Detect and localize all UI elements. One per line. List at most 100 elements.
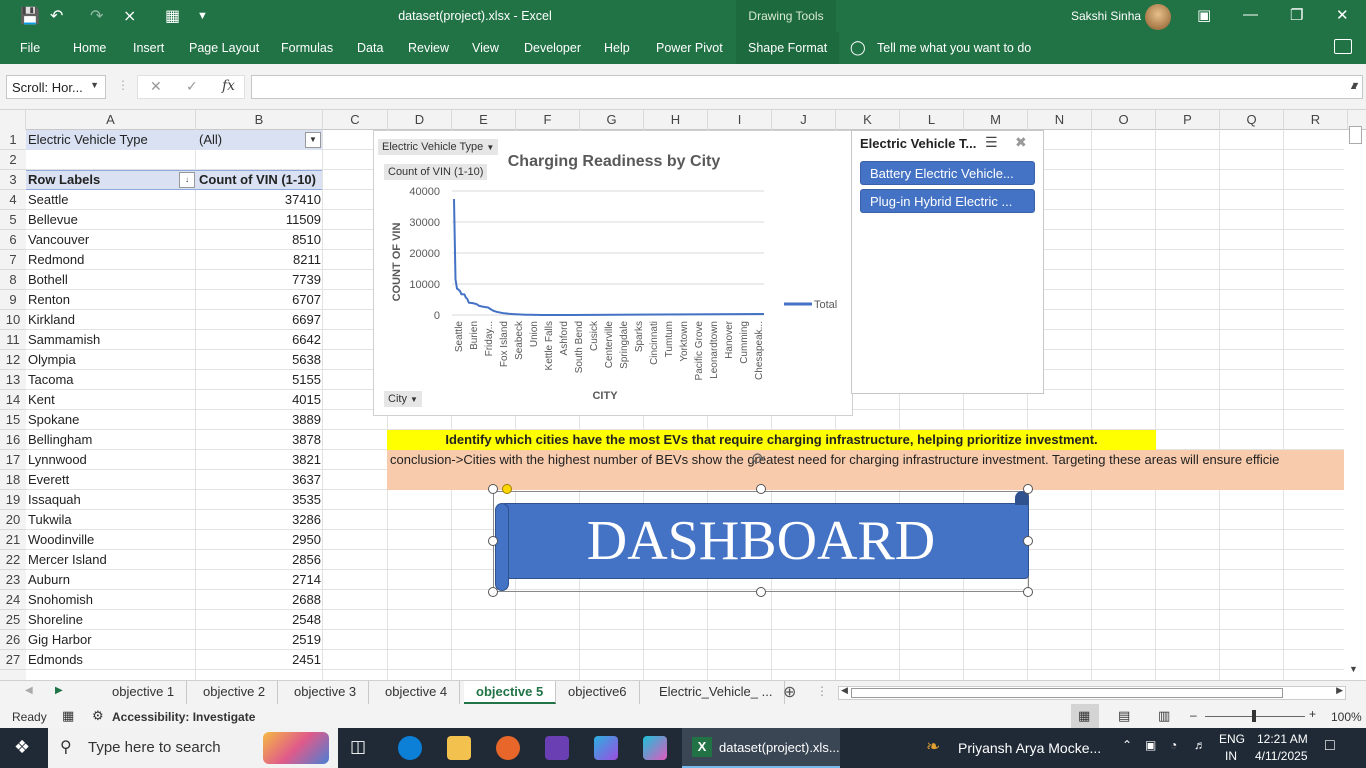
page-break-view-icon[interactable]: ▥ bbox=[1158, 708, 1170, 724]
row-header[interactable]: 11 bbox=[0, 330, 26, 350]
tab-developer[interactable]: Developer bbox=[524, 41, 581, 55]
tab-page-layout[interactable]: Page Layout bbox=[189, 41, 259, 55]
maximize-icon[interactable]: ❐ bbox=[1290, 6, 1303, 24]
tab-help[interactable]: Help bbox=[604, 41, 630, 55]
next-sheet-icon[interactable]: ▶ bbox=[55, 685, 63, 696]
copilot-icon[interactable] bbox=[643, 736, 667, 760]
row-header[interactable]: 23 bbox=[0, 570, 26, 590]
edge-icon[interactable] bbox=[398, 736, 422, 760]
select-all-corner[interactable] bbox=[0, 110, 26, 130]
scroll-up-icon[interactable]: ▲ bbox=[1349, 81, 1358, 91]
column-header[interactable]: K bbox=[836, 110, 900, 130]
row-header[interactable]: 13 bbox=[0, 370, 26, 390]
slicer-item-phev[interactable]: Plug-in Hybrid Electric ... bbox=[860, 189, 1035, 213]
tab-insert[interactable]: Insert bbox=[133, 41, 164, 55]
m365-icon[interactable] bbox=[594, 736, 618, 760]
sheet-tab[interactable]: objective 1 bbox=[100, 681, 188, 704]
notifications-icon[interactable]: □ bbox=[1325, 737, 1335, 755]
user-name[interactable]: Sakshi Sinha bbox=[1071, 9, 1141, 23]
accessibility-status[interactable]: Accessibility: Investigate bbox=[112, 710, 255, 724]
adjust-handle[interactable] bbox=[502, 484, 512, 494]
resize-handle-se[interactable] bbox=[1023, 587, 1033, 597]
tab-shape-format[interactable]: Shape Format bbox=[736, 32, 840, 64]
row-header[interactable]: 18 bbox=[0, 470, 26, 490]
row-header[interactable]: 7 bbox=[0, 250, 26, 270]
worksheet-grid[interactable]: Electric Vehicle Type (All) ▼ Row Labels… bbox=[26, 130, 1344, 680]
close-icon[interactable]: ✕ bbox=[1336, 6, 1349, 24]
column-header[interactable]: B bbox=[196, 110, 323, 130]
region-code[interactable]: IN bbox=[1225, 749, 1237, 763]
dashboard-shape[interactable]: DASHBOARD ⟳ bbox=[488, 451, 1033, 597]
column-header[interactable]: I bbox=[708, 110, 772, 130]
avatar[interactable] bbox=[1145, 4, 1171, 30]
horizontal-scrollbar[interactable]: ◀ ▶ bbox=[838, 685, 1346, 700]
tab-file[interactable]: File bbox=[20, 41, 40, 55]
minimize-icon[interactable]: — bbox=[1243, 6, 1258, 23]
column-header[interactable]: P bbox=[1156, 110, 1220, 130]
pivot-chart[interactable]: Electric Vehicle Type ▼ Count of VIN (1-… bbox=[373, 130, 853, 416]
column-header[interactable]: H bbox=[644, 110, 708, 130]
macro-recording-icon[interactable]: ▦ bbox=[62, 708, 74, 724]
wifi-icon[interactable]: ◔ bbox=[1170, 738, 1177, 752]
sheet-tab[interactable]: objective 4 bbox=[373, 681, 461, 704]
row-header[interactable]: 25 bbox=[0, 610, 26, 630]
row-header[interactable]: 14 bbox=[0, 390, 26, 410]
row-header[interactable]: 19 bbox=[0, 490, 26, 510]
tab-view[interactable]: View bbox=[472, 41, 499, 55]
windows-start-icon[interactable]: ❖ bbox=[14, 737, 30, 758]
taskbar-excel-item[interactable]: X dataset(project).xls... bbox=[682, 728, 840, 768]
ribbon-display-icon[interactable]: ▣ bbox=[1197, 6, 1211, 24]
prev-sheet-icon[interactable]: ◀ bbox=[25, 685, 33, 696]
meet-now-icon[interactable]: ▣ bbox=[1145, 738, 1156, 752]
tab-review[interactable]: Review bbox=[408, 41, 449, 55]
column-header[interactable]: J bbox=[772, 110, 836, 130]
tell-me-search[interactable]: Tell me what you want to do bbox=[877, 41, 1031, 55]
drag-handle-icon[interactable]: ⋮ bbox=[117, 78, 129, 92]
tab-formulas[interactable]: Formulas bbox=[281, 41, 333, 55]
row-header[interactable]: 3 bbox=[0, 170, 26, 190]
multi-select-icon[interactable]: ☰ bbox=[985, 134, 998, 151]
accessibility-icon[interactable]: ⚙ bbox=[92, 708, 104, 724]
zoom-slider-thumb[interactable] bbox=[1252, 710, 1256, 722]
tab-data[interactable]: Data bbox=[357, 41, 383, 55]
row-header[interactable]: 20 bbox=[0, 510, 26, 530]
zoom-out-icon[interactable]: – bbox=[1190, 708, 1197, 722]
slicer-panel[interactable]: Electric Vehicle T... ☰ ✖ Battery Electr… bbox=[851, 130, 1044, 394]
sort-filter-icon[interactable]: ↓ bbox=[179, 172, 195, 188]
resize-handle-n[interactable] bbox=[756, 484, 766, 494]
formula-input[interactable] bbox=[251, 75, 1363, 99]
taskbar-search[interactable]: ⚲ Type here to search bbox=[48, 728, 338, 768]
column-header[interactable]: A bbox=[26, 110, 196, 130]
calendar-app-icon[interactable] bbox=[545, 736, 569, 760]
column-header[interactable]: G bbox=[580, 110, 644, 130]
vertical-scrollbar[interactable]: ▲ ▼ bbox=[1346, 80, 1364, 680]
tab-home[interactable]: Home bbox=[73, 41, 106, 55]
row-header[interactable]: 27 bbox=[0, 650, 26, 670]
row-header[interactable]: 4 bbox=[0, 190, 26, 210]
rotate-handle-icon[interactable]: ⟳ bbox=[752, 449, 765, 469]
slicer-item-bev[interactable]: Battery Electric Vehicle... bbox=[860, 161, 1035, 185]
cancel-icon[interactable]: ✕ bbox=[150, 78, 162, 95]
show-hidden-icons[interactable]: ⌃ bbox=[1122, 738, 1132, 752]
resize-handle-w[interactable] bbox=[488, 536, 498, 546]
enter-icon[interactable]: ✓ bbox=[186, 78, 198, 95]
page-layout-view-icon[interactable]: ▤ bbox=[1118, 708, 1130, 724]
row-header[interactable]: 5 bbox=[0, 210, 26, 230]
scroll-left-icon[interactable]: ◀ bbox=[841, 685, 848, 696]
column-header[interactable]: N bbox=[1028, 110, 1092, 130]
clock-date[interactable]: 4/11/2025 bbox=[1255, 749, 1308, 763]
volume-icon[interactable]: ♬ bbox=[1194, 738, 1206, 752]
horizontal-scroll-thumb[interactable] bbox=[851, 688, 1283, 698]
sheet-tab[interactable]: objective 3 bbox=[282, 681, 370, 704]
insert-function-icon[interactable]: fx bbox=[222, 78, 235, 94]
row-header[interactable]: 17 bbox=[0, 450, 26, 470]
row-header[interactable]: 12 bbox=[0, 350, 26, 370]
zoom-level[interactable]: 100% bbox=[1331, 710, 1362, 724]
chart-axis-button[interactable]: City ▼ bbox=[384, 391, 422, 407]
row-header[interactable]: 2 bbox=[0, 150, 26, 170]
column-header[interactable]: L bbox=[900, 110, 964, 130]
row-header[interactable]: 21 bbox=[0, 530, 26, 550]
resize-handle-nw[interactable] bbox=[488, 484, 498, 494]
name-box[interactable]: Scroll: Hor... ▼ bbox=[6, 75, 106, 99]
clock-time[interactable]: 12:21 AM bbox=[1257, 732, 1308, 746]
